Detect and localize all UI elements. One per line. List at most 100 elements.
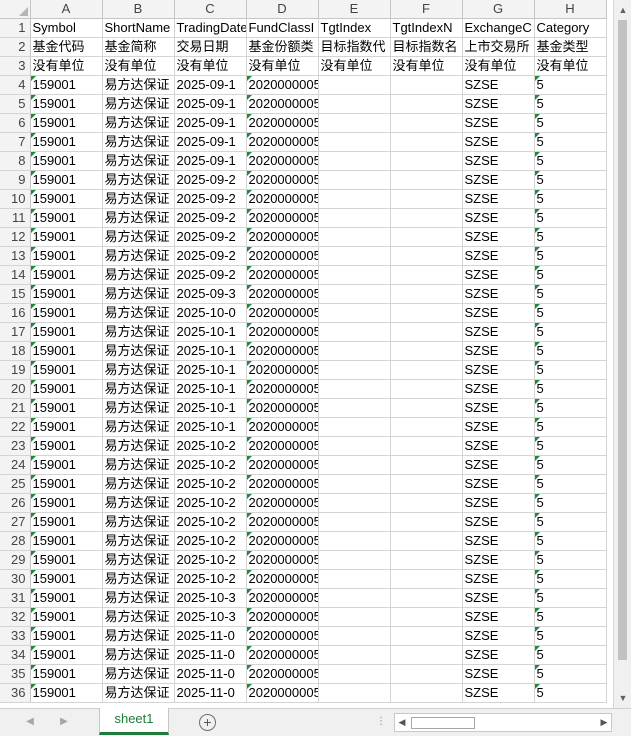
scroll-left-arrow-icon[interactable]: ◀ — [395, 714, 409, 731]
cell-tgt-index[interactable] — [318, 683, 391, 703]
cell-short-name[interactable]: 易方达保证 — [102, 94, 175, 114]
cell-symbol[interactable]: 159001 — [30, 265, 103, 285]
cell-header-shortname[interactable]: ShortName — [102, 18, 175, 38]
cell-symbol[interactable]: 159001 — [30, 664, 103, 684]
cell-label[interactable]: 基金代码 — [30, 37, 103, 57]
cell-fund-class[interactable]: 202000000528 — [246, 94, 319, 114]
cell-exchange[interactable]: SZSE — [462, 455, 535, 475]
cell-symbol[interactable]: 159001 — [30, 607, 103, 627]
cell-symbol[interactable]: 159001 — [30, 303, 103, 323]
row-header[interactable]: 8 — [0, 151, 31, 171]
row-header[interactable]: 7 — [0, 132, 31, 152]
cell-tgt-index-name[interactable] — [390, 569, 463, 589]
row-header[interactable]: 12 — [0, 227, 31, 247]
cell-exchange[interactable]: SZSE — [462, 303, 535, 323]
cell-tgt-index-name[interactable] — [390, 227, 463, 247]
cell-tgt-index-name[interactable] — [390, 284, 463, 304]
cell-unit[interactable]: 没有单位 — [462, 56, 535, 76]
cell-trading-date[interactable]: 2025-10-1 — [174, 398, 247, 418]
cell-tgt-index[interactable] — [318, 417, 391, 437]
cell-header-exchange[interactable]: ExchangeC — [462, 18, 535, 38]
prev-sheet-arrow-icon[interactable]: ◀ — [22, 714, 38, 730]
cell-trading-date[interactable]: 2025-10-2 — [174, 474, 247, 494]
cell-short-name[interactable]: 易方达保证 — [102, 170, 175, 190]
cell-symbol[interactable]: 159001 — [30, 683, 103, 703]
vertical-scrollbar[interactable]: ▲ ▼ — [613, 0, 631, 708]
cell-category[interactable]: 5 — [534, 683, 607, 703]
cell-tgt-index[interactable] — [318, 113, 391, 133]
cell-short-name[interactable]: 易方达保证 — [102, 664, 175, 684]
cell-trading-date[interactable]: 2025-10-3 — [174, 607, 247, 627]
cell-fund-class[interactable]: 202000000528 — [246, 360, 319, 380]
cell-short-name[interactable]: 易方达保证 — [102, 227, 175, 247]
cell-tgt-index[interactable] — [318, 265, 391, 285]
cell-category[interactable]: 5 — [534, 113, 607, 133]
cell-exchange[interactable]: SZSE — [462, 588, 535, 608]
cell-tgt-index[interactable] — [318, 303, 391, 323]
cell-tgt-index-name[interactable] — [390, 94, 463, 114]
cell-category[interactable]: 5 — [534, 75, 607, 95]
cell-short-name[interactable]: 易方达保证 — [102, 265, 175, 285]
cell-short-name[interactable]: 易方达保证 — [102, 436, 175, 456]
cell-exchange[interactable]: SZSE — [462, 75, 535, 95]
cell-exchange[interactable]: SZSE — [462, 664, 535, 684]
cell-exchange[interactable]: SZSE — [462, 550, 535, 570]
cell-tgt-index[interactable] — [318, 664, 391, 684]
cell-header-tradingdate[interactable]: TradingDate — [174, 18, 247, 38]
cell-category[interactable]: 5 — [534, 474, 607, 494]
cell-fund-class[interactable]: 202000000528 — [246, 132, 319, 152]
cell-tgt-index[interactable] — [318, 645, 391, 665]
cell-category[interactable]: 5 — [534, 398, 607, 418]
cell-trading-date[interactable]: 2025-09-3 — [174, 284, 247, 304]
row-header[interactable]: 17 — [0, 322, 31, 342]
cell-tgt-index[interactable] — [318, 208, 391, 228]
cell-tgt-index[interactable] — [318, 588, 391, 608]
cell-tgt-index[interactable] — [318, 246, 391, 266]
cell-category[interactable]: 5 — [534, 151, 607, 171]
cell-tgt-index-name[interactable] — [390, 645, 463, 665]
cell-trading-date[interactable]: 2025-10-1 — [174, 379, 247, 399]
cell-tgt-index[interactable] — [318, 531, 391, 551]
cell-trading-date[interactable]: 2025-09-2 — [174, 208, 247, 228]
cell-symbol[interactable]: 159001 — [30, 645, 103, 665]
cell-fund-class[interactable]: 202000000528 — [246, 227, 319, 247]
cell-category[interactable]: 5 — [534, 626, 607, 646]
cell-tgt-index[interactable] — [318, 626, 391, 646]
cell-category[interactable]: 5 — [534, 379, 607, 399]
cell-tgt-index[interactable] — [318, 170, 391, 190]
cell-symbol[interactable]: 159001 — [30, 398, 103, 418]
cell-symbol[interactable]: 159001 — [30, 246, 103, 266]
row-header[interactable]: 34 — [0, 645, 31, 665]
column-header-d[interactable]: D — [246, 0, 319, 19]
column-header-f[interactable]: F — [390, 0, 463, 19]
column-header-b[interactable]: B — [102, 0, 175, 19]
cell-trading-date[interactable]: 2025-10-3 — [174, 588, 247, 608]
cell-tgt-index-name[interactable] — [390, 607, 463, 627]
plus-circle-icon[interactable]: + — [199, 714, 216, 731]
next-sheet-arrow-icon[interactable]: ▶ — [56, 714, 72, 730]
cell-symbol[interactable]: 159001 — [30, 132, 103, 152]
cell-tgt-index[interactable] — [318, 94, 391, 114]
row-header[interactable]: 25 — [0, 474, 31, 494]
cell-trading-date[interactable]: 2025-09-2 — [174, 265, 247, 285]
cell-exchange[interactable]: SZSE — [462, 379, 535, 399]
cell-tgt-index[interactable] — [318, 455, 391, 475]
cell-category[interactable]: 5 — [534, 208, 607, 228]
cell-tgt-index-name[interactable] — [390, 132, 463, 152]
cell-category[interactable]: 5 — [534, 493, 607, 513]
cell-tgt-index-name[interactable] — [390, 113, 463, 133]
cell-symbol[interactable]: 159001 — [30, 113, 103, 133]
cell-short-name[interactable]: 易方达保证 — [102, 151, 175, 171]
cell-exchange[interactable]: SZSE — [462, 322, 535, 342]
cell-symbol[interactable]: 159001 — [30, 493, 103, 513]
cell-unit[interactable]: 没有单位 — [390, 56, 463, 76]
cell-fund-class[interactable]: 202000000528 — [246, 664, 319, 684]
cell-unit[interactable]: 没有单位 — [174, 56, 247, 76]
row-header[interactable]: 11 — [0, 208, 31, 228]
cell-fund-class[interactable]: 202000000528 — [246, 265, 319, 285]
cell-fund-class[interactable]: 202000000528 — [246, 303, 319, 323]
cell-category[interactable]: 5 — [534, 189, 607, 209]
row-header[interactable]: 10 — [0, 189, 31, 209]
row-header[interactable]: 23 — [0, 436, 31, 456]
cell-header-tgtindex[interactable]: TgtIndex — [318, 18, 391, 38]
